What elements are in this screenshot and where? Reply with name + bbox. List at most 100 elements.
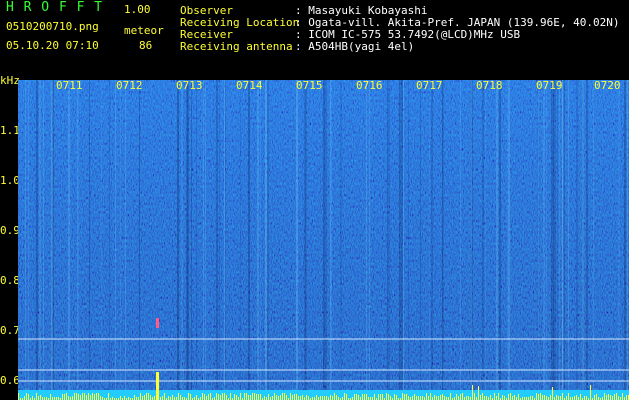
- intensity-bar: [460, 394, 461, 400]
- intensity-bar: [610, 395, 611, 400]
- y-tick: 0.7: [0, 324, 20, 337]
- intensity-bar: [284, 393, 285, 400]
- intensity-bar: [216, 393, 217, 400]
- vertical-streak: [507, 80, 508, 390]
- vertical-streak: [51, 80, 53, 390]
- intensity-bar: [282, 393, 283, 400]
- intensity-bar: [494, 393, 495, 400]
- intensity-bar: [190, 394, 191, 400]
- intensity-bar: [286, 395, 287, 400]
- intensity-bar: [558, 396, 559, 400]
- intensity-bar: [26, 393, 27, 400]
- intensity-bar: [258, 394, 259, 400]
- intensity-bar: [72, 396, 73, 400]
- intensity-bar: [510, 393, 511, 400]
- vertical-streak: [39, 80, 41, 390]
- intensity-bar: [386, 393, 387, 400]
- intensity-bar: [396, 395, 397, 400]
- filename-label: 0510200710.png: [6, 20, 99, 33]
- intensity-bar: [88, 393, 89, 400]
- vertical-streak: [325, 80, 327, 390]
- time-tick: 0711: [56, 79, 83, 92]
- intensity-bar: [244, 393, 245, 400]
- intensity-bar: [36, 393, 37, 400]
- intensity-bar: [560, 396, 561, 400]
- vertical-streak: [442, 80, 443, 390]
- intensity-bar: [172, 395, 173, 400]
- intensity-bar: [440, 395, 441, 400]
- intensity-bar: [146, 393, 147, 400]
- vertical-streak: [429, 80, 430, 390]
- vertical-streak: [388, 80, 390, 390]
- intensity-bar: [76, 393, 77, 400]
- intensity-bar: [40, 395, 41, 400]
- intensity-bar: [120, 396, 121, 400]
- app-title: H R O F F T: [6, 0, 104, 15]
- intensity-bar: [246, 393, 247, 400]
- intensity-bar: [456, 394, 457, 400]
- intensity-bar: [604, 393, 605, 400]
- intensity-bar: [164, 393, 165, 400]
- intensity-bar: [230, 393, 231, 400]
- vertical-streak: [431, 80, 433, 390]
- vertical-streak: [543, 80, 545, 390]
- intensity-bar: [100, 396, 101, 400]
- vertical-streak: [482, 80, 484, 390]
- intensity-bar: [550, 395, 551, 400]
- intensity-bar: [416, 396, 417, 400]
- intensity-bar: [532, 396, 533, 400]
- datetime-label: 05.10.20 07:10: [6, 39, 99, 52]
- intensity-bar: [300, 396, 301, 400]
- intensity-bar: [316, 395, 317, 400]
- vertical-streak: [89, 80, 90, 390]
- intensity-bar: [496, 396, 497, 400]
- intensity-bar: [580, 394, 581, 400]
- intensity-bar: [330, 395, 331, 400]
- intensity-bar: [490, 395, 491, 400]
- intensity-bar: [92, 393, 93, 400]
- intensity-bar: [614, 394, 615, 400]
- vertical-streak: [340, 80, 342, 390]
- vertical-streak: [115, 80, 116, 390]
- time-tick: 0713: [176, 79, 203, 92]
- intensity-bar: [298, 396, 299, 400]
- vertical-streak: [496, 80, 498, 390]
- intensity-bar: [84, 393, 85, 400]
- intensity-bar: [362, 394, 363, 400]
- intensity-bar: [332, 396, 333, 400]
- intensity-bar: [538, 394, 539, 400]
- intensity-bar: [468, 396, 469, 400]
- intensity-bar: [616, 393, 617, 400]
- vertical-streak: [471, 80, 473, 390]
- intensity-bar: [294, 394, 295, 400]
- intensity-bar: [178, 393, 179, 400]
- intensity-bar: [290, 393, 291, 400]
- intensity-bar: [518, 394, 519, 400]
- intensity-spike: [156, 372, 159, 400]
- time-tick: 0712: [116, 79, 143, 92]
- vertical-streak: [109, 80, 110, 390]
- vertical-streak: [216, 80, 218, 390]
- vertical-streak: [68, 80, 70, 390]
- intensity-bar: [442, 394, 443, 400]
- intensity-bar: [276, 395, 277, 400]
- intensity-bar: [504, 396, 505, 400]
- vertical-streak: [485, 80, 486, 390]
- intensity-bar: [606, 395, 607, 400]
- intensity-bar: [296, 394, 297, 400]
- intensity-bar: [220, 395, 221, 400]
- intensity-bar: [418, 396, 419, 400]
- y-tick: 0.9: [0, 224, 20, 237]
- intensity-bar: [90, 395, 91, 400]
- time-tick: 0716: [356, 79, 383, 92]
- intensity-bar: [356, 394, 357, 400]
- intensity-bar: [430, 393, 431, 400]
- intensity-bar: [364, 394, 365, 400]
- intensity-bar: [124, 396, 125, 400]
- intensity-bar: [612, 396, 613, 400]
- intensity-bar: [264, 396, 265, 400]
- vertical-streak: [101, 80, 102, 390]
- intensity-bar: [574, 396, 575, 400]
- intensity-bar: [390, 396, 391, 400]
- vertical-streak: [624, 80, 626, 390]
